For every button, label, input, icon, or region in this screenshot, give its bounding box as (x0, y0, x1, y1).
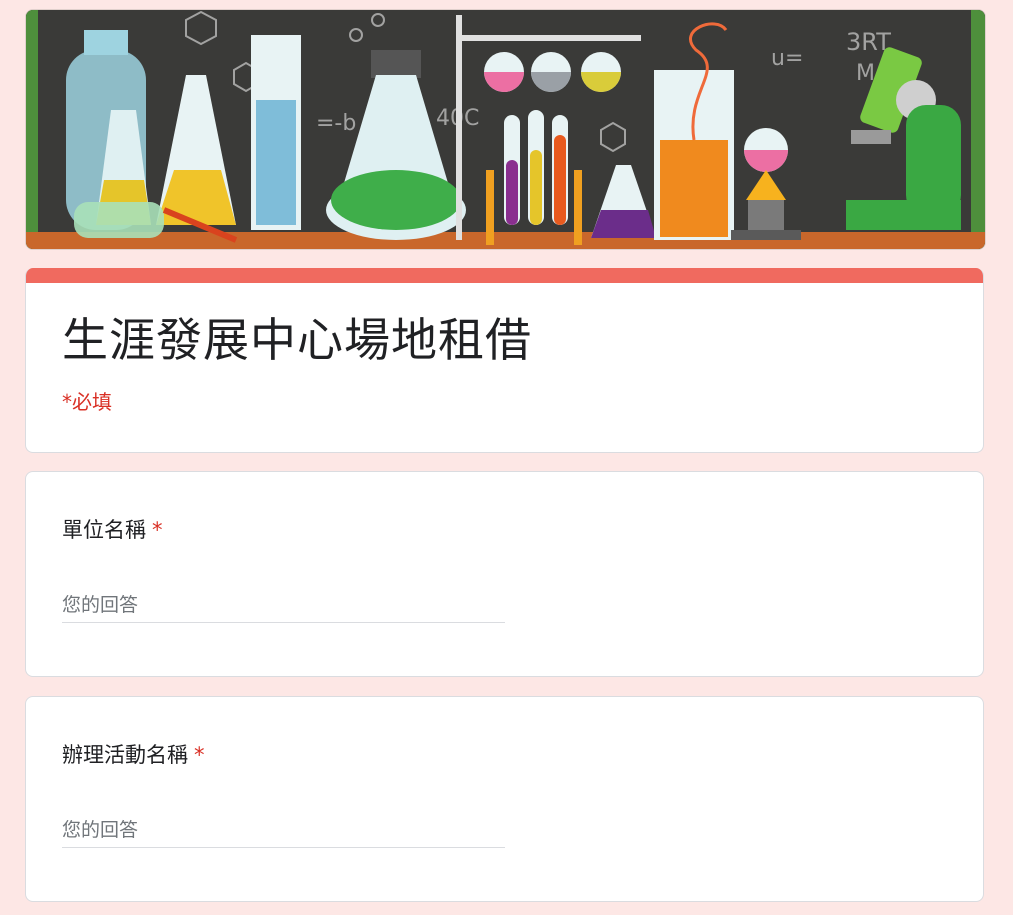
title-accent-bar (26, 268, 983, 283)
form-title: 生涯發展中心場地租借 (62, 313, 532, 367)
question-title: 單位名稱 (62, 518, 146, 542)
form-title-card: 生涯發展中心場地租借 *必填 (25, 268, 984, 453)
required-asterisk: * (194, 743, 205, 767)
event-name-input[interactable] (62, 815, 505, 848)
svg-text:M: M (856, 61, 875, 86)
unit-name-input[interactable] (62, 590, 505, 623)
question-card-event-name: 辦理活動名稱 * (25, 696, 984, 902)
svg-text:u=: u= (771, 46, 803, 71)
question-title: 辦理活動名稱 (62, 743, 188, 767)
required-asterisk: * (152, 518, 163, 542)
header-banner-image: =-b 40C u= 3RT M (25, 9, 986, 250)
question-label: 單位名稱 * (62, 514, 163, 544)
question-label: 辦理活動名稱 * (62, 739, 205, 769)
question-card-unit-name: 單位名稱 * (25, 471, 984, 677)
svg-text:=-b: =-b (316, 111, 356, 136)
required-note: *必填 (62, 390, 112, 414)
